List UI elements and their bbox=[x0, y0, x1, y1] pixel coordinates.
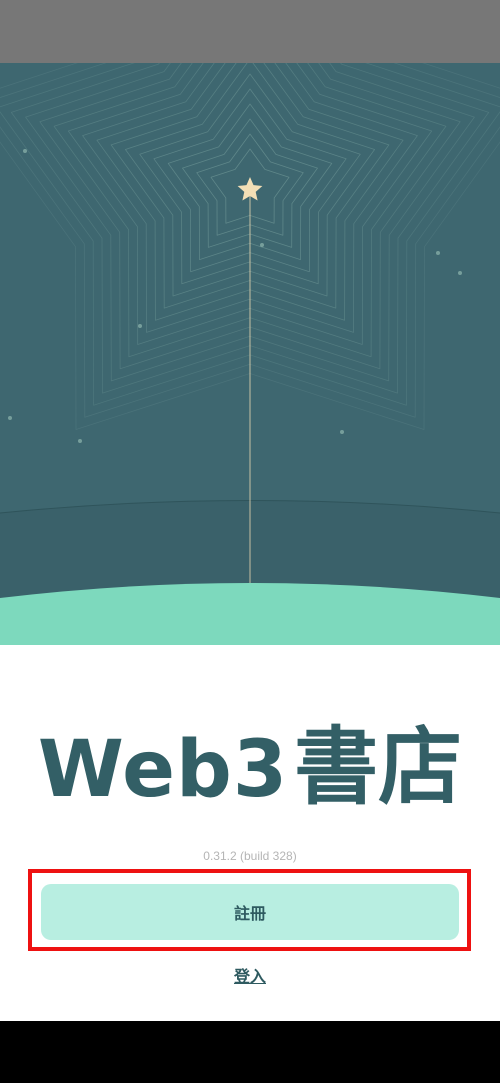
status-bar bbox=[0, 0, 500, 63]
app-title-latin: Web3 bbox=[37, 725, 289, 815]
register-button-label: 註冊 bbox=[233, 904, 266, 923]
sparkle bbox=[78, 439, 82, 443]
sparkle bbox=[436, 251, 440, 255]
hero-illustration bbox=[0, 63, 500, 645]
sparkle bbox=[458, 271, 462, 275]
sparkle bbox=[260, 243, 264, 247]
app-title: Web3書店 bbox=[0, 700, 500, 821]
version-label: 0.31.2 (build 328) bbox=[203, 849, 297, 863]
app-title-cjk: 書店 bbox=[294, 717, 463, 816]
sparkle bbox=[23, 149, 27, 153]
sparkle bbox=[8, 416, 12, 420]
sparkle bbox=[138, 324, 142, 328]
login-link[interactable]: 登入 bbox=[234, 967, 266, 986]
hero-ground bbox=[0, 583, 500, 645]
sparkle bbox=[340, 430, 344, 434]
login-link-container: 登入 bbox=[0, 963, 500, 987]
register-button[interactable]: 註冊 bbox=[41, 884, 459, 940]
hero-graphic bbox=[0, 63, 500, 645]
navigation-bar bbox=[0, 1021, 500, 1083]
